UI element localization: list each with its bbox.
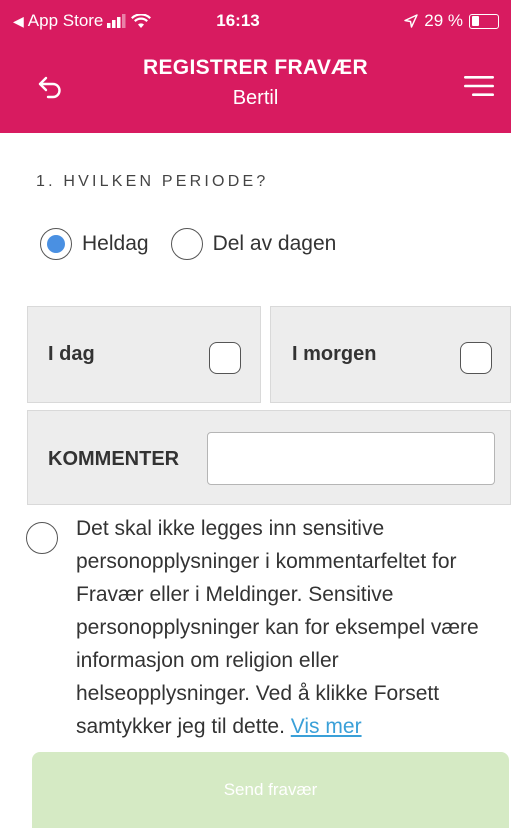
comment-section: KOMMENTER (27, 410, 511, 505)
comment-label: KOMMENTER (48, 448, 180, 470)
section-heading: 1. HVILKEN PERIODE? (36, 173, 269, 190)
today-checkbox[interactable] (209, 342, 241, 374)
consent-checkbox[interactable] (26, 522, 58, 554)
radio-option-del-av-dagen[interactable]: Del av dagen (170, 228, 337, 260)
tomorrow-label: I morgen (292, 343, 377, 365)
send-absence-button[interactable]: Send fravær (32, 752, 509, 828)
radio-heldag-circle[interactable] (40, 228, 72, 260)
hamburger-menu-icon[interactable] (464, 74, 494, 98)
status-right: 29 % (404, 11, 499, 31)
day-option-tomorrow[interactable]: I morgen (270, 306, 511, 403)
radio-option-heldag[interactable]: Heldag (40, 228, 149, 260)
period-radio-group: Heldag Del av dagen (40, 228, 358, 260)
page-title: REGISTRER FRAVÆR (143, 56, 368, 79)
today-label: I dag (48, 343, 95, 365)
consent-text: Det skal ikke legges inn sensitive perso… (76, 512, 500, 743)
radio-del-av-dagen-label[interactable]: Del av dagen (213, 232, 337, 256)
location-icon (404, 14, 418, 28)
app-header: REGISTRER FRAVÆR Bertil (0, 40, 511, 133)
show-more-link[interactable]: Vis mer (291, 715, 362, 738)
status-bar: ◀ App Store 16:13 29 % (0, 0, 511, 40)
battery-percent: 29 % (424, 11, 463, 30)
consent-message: Det skal ikke legges inn sensitive perso… (76, 517, 479, 738)
battery-icon (469, 13, 499, 29)
page-subtitle: Bertil (232, 87, 279, 109)
comment-input[interactable] (207, 432, 495, 485)
day-option-today[interactable]: I dag (27, 306, 261, 403)
battery-fill (471, 16, 479, 26)
tomorrow-checkbox[interactable] (460, 342, 492, 374)
radio-heldag-label[interactable]: Heldag (82, 232, 149, 256)
radio-del-av-dagen-circle[interactable] (170, 228, 203, 260)
